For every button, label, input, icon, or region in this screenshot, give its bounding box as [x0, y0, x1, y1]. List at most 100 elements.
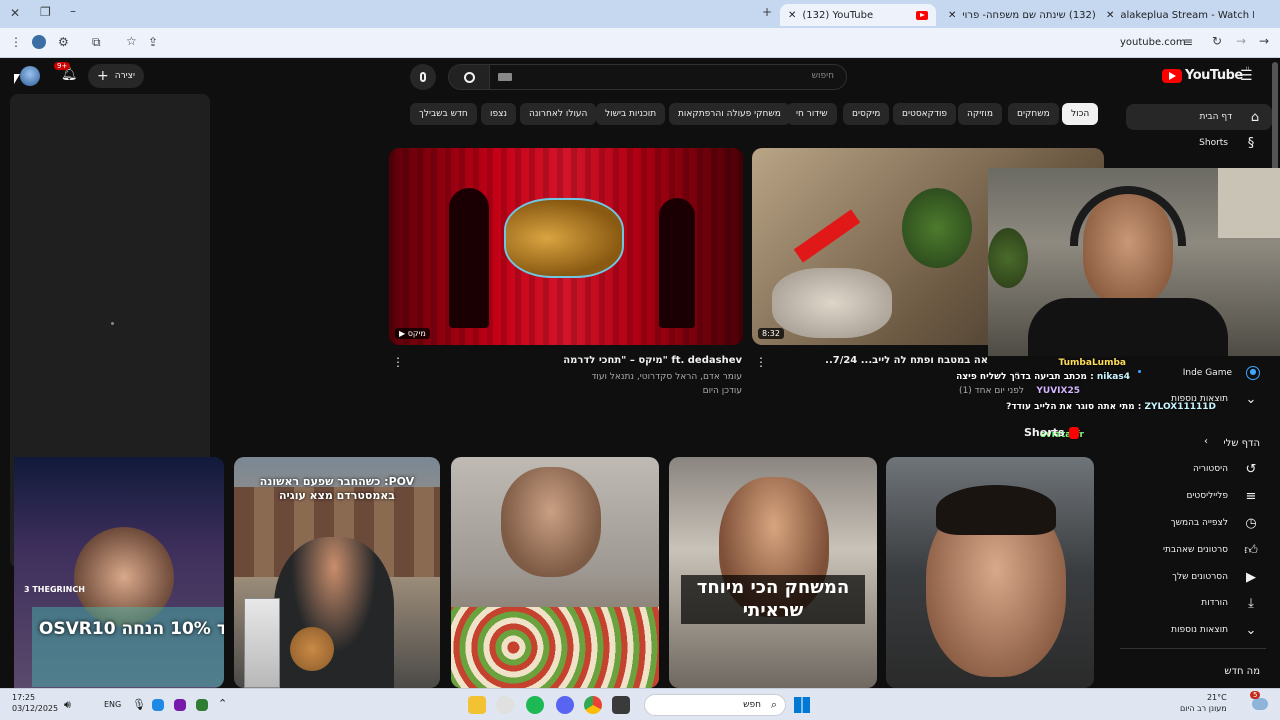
chip-all[interactable]: הכול — [1062, 103, 1099, 125]
notifications-button[interactable]: 🔔︎ 9+ — [54, 62, 78, 86]
discord-icon[interactable] — [556, 696, 574, 714]
chip[interactable]: העולו לאחרונה — [520, 103, 597, 125]
chrome-icon[interactable] — [584, 696, 602, 714]
app-icon[interactable] — [612, 696, 630, 714]
sidebar-item-downloads[interactable]: הורדות ⤓ — [1120, 591, 1260, 615]
video-title[interactable]: ..7/24 ...אה במטבח ופתח לה לייב — [784, 355, 988, 366]
back-icon[interactable]: → — [1236, 34, 1246, 48]
search-button[interactable] — [448, 64, 490, 90]
sidebar-my-header[interactable]: הדף שלי — [1120, 431, 1260, 455]
search-input[interactable]: חיפוש — [489, 64, 847, 90]
chat-line: YUVIX25 — [1036, 386, 1080, 396]
live-dot-icon — [1138, 370, 1141, 373]
short-thumbnail[interactable]: המשחק הכי מיוחד שראיתי — [669, 457, 877, 688]
sidebar-item-liked[interactable]: סרטונים שאהבתי 👍︎ — [1120, 538, 1260, 562]
chat-user: ZYLOX11111D — [1144, 402, 1216, 412]
sidebar-item-inde-game[interactable]: Inde Game ● — [1120, 361, 1260, 385]
chip[interactable]: נצפו — [481, 103, 517, 125]
silhouette — [449, 188, 489, 328]
forward-icon[interactable]: → — [1259, 34, 1269, 48]
windows-start-icon[interactable] — [794, 697, 810, 713]
sidebar-item-watch-later[interactable]: לצפייה בהמשך ◷ — [1120, 511, 1260, 535]
chip[interactable]: משחקי פעולה והרפתקאות — [669, 103, 790, 125]
person-image — [501, 467, 601, 577]
tab-kick[interactable]: ✕ alakeplua Stream - Watch Live K — [1098, 4, 1254, 26]
channel-icon: ● — [1246, 366, 1260, 380]
avatar[interactable] — [20, 66, 40, 86]
chat-user: nikas4 — [1096, 372, 1130, 382]
lang-indicator[interactable]: ENG — [104, 700, 121, 709]
new-tab-icon[interactable]: + — [762, 5, 772, 19]
badge-text: מיקס — [407, 329, 426, 338]
site-settings-icon[interactable]: ≡ — [1183, 35, 1193, 49]
short-thumbnail[interactable] — [451, 457, 659, 688]
headset-image — [1070, 186, 1186, 246]
sidebar-item-label: פלייליסטים — [1186, 491, 1228, 501]
chip[interactable]: שידור חי — [787, 103, 837, 125]
close-tab-icon[interactable]: ✕ — [788, 10, 796, 21]
puzzle-icon[interactable]: ⧉ — [92, 35, 101, 50]
search-placeholder: חיפוש — [811, 71, 834, 81]
tab-youtube-active[interactable]: ✕ (132) YouTube — [780, 4, 936, 26]
sidebar-item-more[interactable]: תוצאות נוספות ⌄ — [1120, 618, 1260, 642]
short-overlay-text: POV: כשהחבר שפעם ראשונה באמסטרדם מצא עוג… — [259, 475, 415, 503]
mic-icon[interactable]: 🎙︎ — [132, 698, 146, 711]
restore-window-icon[interactable]: ❐ — [40, 5, 51, 19]
video-title[interactable]: מיקס – "תחכי לדרמה" ft. dedashev — [420, 355, 742, 366]
youtube-icon — [916, 10, 928, 20]
close-window-icon[interactable]: ✕ — [10, 6, 20, 20]
short-thumbnail[interactable]: 3 THEGRINCH קוד 10% הנחה OSVR10 — [14, 457, 224, 688]
chip[interactable]: משחקים — [1008, 103, 1059, 125]
volume-icon[interactable]: 🔊︎ — [64, 698, 71, 712]
video-thumbnail[interactable]: ▶ מיקס — [389, 148, 743, 345]
extensions-icon[interactable]: ⚙ — [58, 35, 69, 49]
sidebar-item-shorts[interactable]: Shorts § — [1120, 131, 1260, 155]
sidebar-item-your-videos[interactable]: הסרטונים שלך ▶ — [1120, 565, 1260, 589]
history-icon: ↺ — [1245, 461, 1257, 477]
sidebar-item-playlists[interactable]: פלייליסטים ≡ — [1120, 484, 1260, 508]
spotify-icon[interactable] — [526, 696, 544, 714]
clock-time: 17:25 — [12, 693, 36, 702]
reload-icon[interactable]: ↻ — [1212, 34, 1222, 48]
profile-icon[interactable] — [32, 35, 46, 49]
youtube-logo[interactable]: YouTube IL — [1162, 66, 1251, 83]
perfume-bottle-image — [244, 598, 280, 688]
file-explorer-icon[interactable] — [468, 696, 486, 714]
mic-button[interactable] — [410, 64, 436, 90]
more-options-icon[interactable]: ⋮ — [755, 355, 767, 369]
minimize-window-icon[interactable]: – — [70, 4, 76, 18]
onenote-icon[interactable] — [174, 699, 186, 711]
more-options-icon[interactable]: ⋮ — [392, 355, 404, 369]
taskbar-search[interactable]: ⌕ חפש — [644, 694, 786, 716]
sidebar-item-home[interactable]: דף הבית ⌂ — [1126, 104, 1272, 130]
sidebar-whats-new[interactable]: מה חדש — [1120, 659, 1260, 683]
chip[interactable]: מיקסים — [843, 103, 890, 125]
chip[interactable]: מוזיקה — [958, 103, 1002, 125]
theatre-masks-image — [504, 198, 624, 278]
sidebar-item-history[interactable]: היסטוריה ↺ — [1120, 457, 1260, 481]
chip[interactable]: חדש בשבילך — [410, 103, 477, 125]
tab-youtube-2[interactable]: ✕ (132) שינתה שם משפחה- פרוי — [940, 4, 1096, 26]
clock[interactable]: 17:25 03/12/2025 — [12, 692, 58, 714]
keyboard-icon[interactable] — [498, 73, 512, 81]
close-tab-icon[interactable]: ✕ — [948, 10, 956, 21]
share-icon[interactable]: ⇪ — [148, 35, 158, 49]
url-field[interactable]: youtube.com — [1120, 37, 1186, 48]
tray-app-icon[interactable] — [152, 699, 164, 711]
hamburger-menu-icon[interactable]: ☰ — [1240, 68, 1253, 84]
shorts-section-header: Shorts — [1024, 426, 1079, 439]
chip[interactable]: פודקאסטים — [893, 103, 957, 125]
bookmark-star-icon[interactable]: ☆ — [126, 34, 137, 48]
scrollbar[interactable] — [1272, 62, 1278, 172]
weather-widget[interactable]: 21°C מעונן רב היום — [1180, 692, 1227, 714]
video-meta: לפני יום אחד (1) — [959, 386, 1024, 396]
sidebar-item-label: סרטונים שאהבתי — [1162, 545, 1228, 555]
chevron-up-icon[interactable]: ⌃ — [218, 697, 227, 710]
tray-app-icon[interactable] — [196, 699, 208, 711]
chip[interactable]: תוכניות בישול — [596, 103, 666, 125]
create-button[interactable]: + יצירה — [88, 64, 144, 88]
short-thumbnail[interactable] — [886, 457, 1094, 688]
menu-dots-icon[interactable]: ⋮ — [10, 35, 22, 49]
close-tab-icon[interactable]: ✕ — [1106, 10, 1114, 21]
app-icon[interactable] — [496, 696, 514, 714]
